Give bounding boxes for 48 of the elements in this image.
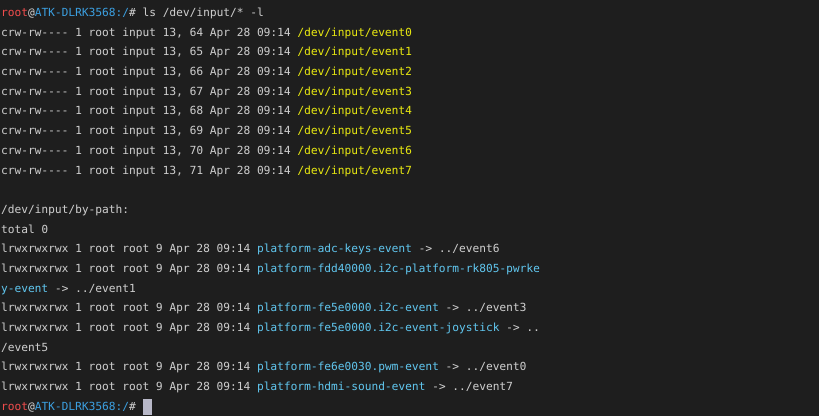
device-path: /dev/input/event1 <box>297 44 412 60</box>
symlink-name: platform-fe6e0030.pwm-event <box>256 359 439 376</box>
terminal-text: crw-rw---- 1 root input 13, 70 Apr 28 09:14 <box>1 142 292 159</box>
terminal-text: crw-rw---- 1 root input 13, 67 Apr 28 09:14 <box>1 84 292 100</box>
terminal-text: crw-rw---- 1 root input 13, 66 Apr 28 09:14 <box>1 64 292 80</box>
device-path: /dev/input/event2 <box>297 64 412 80</box>
symlink-name: platform-fe5e0000.i2c-event <box>256 300 439 316</box>
prompt-host: ATK-DLRK3568 <box>34 5 116 21</box>
terminal-text: -> ../event1 <box>54 280 136 297</box>
device-path: /dev/input/event7 <box>297 162 412 178</box>
terminal-text: @ <box>28 398 35 415</box>
terminal-text: -> ../event3 <box>444 300 526 316</box>
terminal-text: lrwxrwxrwx 1 root root 9 Apr 28 09:14 <box>1 320 252 336</box>
terminal-text: crw-rw---- 1 root input 13, 69 Apr 28 09:14 <box>1 123 292 140</box>
terminal-text: total 0 <box>1 222 48 238</box>
terminal-text: crw-rw---- 1 root input 13, 68 Apr 28 09:14 <box>1 103 292 120</box>
terminal-text: -> .. <box>505 320 540 336</box>
terminal-text: crw-rw---- 1 root input 13, 71 Apr 28 09:14 <box>1 162 292 178</box>
terminal-text: # <box>129 398 136 415</box>
prompt-host: ATK-DLRK3568 <box>34 398 116 415</box>
device-path: /dev/input/event5 <box>297 123 412 140</box>
symlink-name: platform-adc-keys-event <box>256 241 412 258</box>
symlink-name: y-event <box>1 280 48 297</box>
terminal-text: lrwxrwxrwx 1 root root 9 Apr 28 09:14 <box>1 379 252 396</box>
device-path: /dev/input/event6 <box>297 142 412 159</box>
terminal-text: @ <box>28 5 35 21</box>
prompt-user: root <box>1 5 28 21</box>
terminal-text: crw-rw---- 1 root input 13, 64 Apr 28 09:14 <box>1 24 292 41</box>
prompt-user: root <box>1 398 28 415</box>
symlink-name: platform-fe5e0000.i2c-event-joystick <box>256 320 500 336</box>
terminal-text: -> ../event6 <box>418 241 500 258</box>
terminal-text: /dev/input/by-path: <box>1 202 129 218</box>
prompt-host: :/ <box>116 398 130 415</box>
device-path: /dev/input/event4 <box>297 103 412 120</box>
device-path: /dev/input/event0 <box>297 24 412 41</box>
terminal-text: -> ../event0 <box>444 359 526 376</box>
terminal-text: lrwxrwxrwx 1 root root 9 Apr 28 09:14 <box>1 359 252 376</box>
terminal-text: # ls /dev/input/* -l <box>129 5 264 21</box>
device-path: /dev/input/event3 <box>297 84 412 100</box>
terminal-text: /event5 <box>1 340 48 356</box>
terminal-text: lrwxrwxrwx 1 root root 9 Apr 28 09:14 <box>1 300 252 316</box>
prompt-host: :/ <box>116 5 130 21</box>
terminal-text: lrwxrwxrwx 1 root root 9 Apr 28 09:14 <box>1 241 252 258</box>
terminal-text: lrwxrwxrwx 1 root root 9 Apr 28 09:14 <box>1 260 252 277</box>
terminal-text: -> ../event7 <box>431 379 513 396</box>
symlink-name: platform-hdmi-sound-event <box>256 379 426 396</box>
symlink-name: platform-fdd40000.i2c-platform-rk805-pwrke <box>256 260 540 277</box>
terminal-text: crw-rw---- 1 root input 13, 65 Apr 28 09:14 <box>1 44 292 60</box>
